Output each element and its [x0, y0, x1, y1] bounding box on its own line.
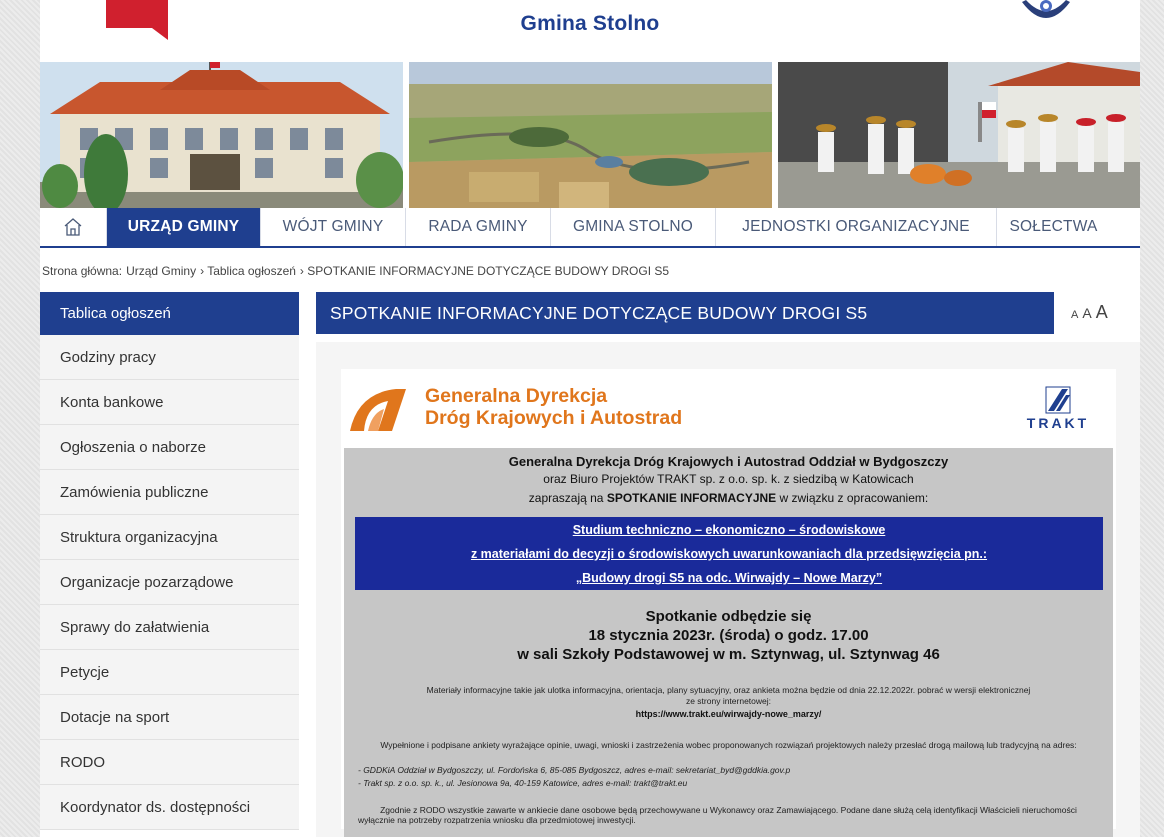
- materials-text-1: Materiały informacyjne takie jak ulotka …: [426, 685, 1031, 695]
- sidebar-item-organizacje-pozarzadowe[interactable]: Organizacje pozarządowe: [40, 560, 299, 605]
- font-size-large-button[interactable]: A: [1096, 302, 1108, 323]
- rodo-text-1: Zgodnie z RODO wszystkie zawarte w ankie…: [380, 805, 1077, 815]
- meeting-place: w sali Szkoły Podstawowej w m. Sztynwag,…: [517, 646, 940, 663]
- notice-intro-2: oraz Biuro Projektów TRAKT sp. z o.o. sp…: [543, 472, 914, 486]
- sidebar-item-godziny-pracy[interactable]: Godziny pracy: [40, 335, 299, 380]
- nav-home[interactable]: [40, 208, 107, 246]
- breadcrumb-current: › SPOTKANIE INFORMACYJNE DOTYCZĄCE BUDOW…: [299, 264, 670, 278]
- meeting-date: 18 stycznia 2023r. (środa) o godz. 17.00: [588, 627, 869, 644]
- sidebar-item-dotacje-na-sport[interactable]: Dotacje na sport: [40, 695, 299, 740]
- banner-photo-aerial: [409, 62, 772, 208]
- sidebar-item-ogloszenia-o-naborze[interactable]: Ogłoszenia o naborze: [40, 425, 299, 470]
- breadcrumb: Strona główna: Urząd Gminy › Tablica ogłos…: [42, 264, 673, 278]
- sidebar-item-konta-bankowe[interactable]: Konta bankowe: [40, 380, 299, 425]
- crest-icon[interactable]: [1020, 0, 1072, 26]
- article-body: Generalna Dyrekcja Dróg Krajowych i Auto…: [316, 342, 1140, 837]
- nav-rada-gminy[interactable]: RADA GMINY: [406, 208, 551, 246]
- study-title-line-3: „Budowy drogi S5 na odc. Wirwajdy – Nowe…: [575, 571, 883, 585]
- trakt-logo: TRAKT: [1018, 381, 1098, 437]
- breadcrumb-home: Strona główna:: [42, 264, 123, 278]
- font-size-medium-button[interactable]: A: [1082, 305, 1091, 321]
- font-size-controls: A A A: [1071, 302, 1140, 323]
- gddkia-name: Generalna Dyrekcja Dróg Krajowych i Auto…: [425, 385, 682, 429]
- gddkia-logo-icon: [350, 389, 406, 431]
- notice-image: Generalna Dyrekcja Dróg Krajowych i Auto…: [341, 369, 1116, 837]
- study-title-line-2: z materiałami do decyzji o środowiskowyc…: [470, 547, 988, 561]
- banner-photo-town-hall: [40, 62, 403, 208]
- gddkia-name-line1: Generalna Dyrekcja: [425, 385, 608, 407]
- sidebar-item-zamowienia-publiczne[interactable]: Zamówienia publiczne: [40, 470, 299, 515]
- sidebar-item-rodo[interactable]: RODO: [40, 740, 299, 785]
- site-title[interactable]: Gmina Stolno: [40, 12, 1140, 36]
- sidebar-item-sprawy-do-zalatwienia[interactable]: Sprawy do załatwienia: [40, 605, 299, 650]
- gddkia-name-line2: Dróg Krajowych i Autostrad: [425, 407, 683, 429]
- banner-photo-festival: [778, 62, 1140, 208]
- breadcrumb-urzad-gminy[interactable]: Urząd Gminy: [126, 264, 196, 278]
- study-title-line-1: Studium techniczno – ekonomiczno – środo…: [572, 523, 886, 537]
- nav-wojt-gminy[interactable]: WÓJT GMINY: [261, 208, 406, 246]
- sidebar-item-petycje[interactable]: Petycje: [40, 650, 299, 695]
- sidebar-item-koordynator[interactable]: Koordynator ds. dostępności: [40, 785, 299, 830]
- notice-intro-3: zapraszają na SPOTKANIE INFORMACYJNE w z…: [528, 491, 929, 505]
- nav-jednostki-organizacyjne[interactable]: JEDNOSTKI ORGANIZACYJNE: [716, 208, 997, 246]
- address-trakt: - Trakt sp. z o.o. sp. k., ul. Jesionowa…: [358, 778, 688, 788]
- breadcrumb-tablica[interactable]: › Tablica ogłoszeń: [200, 264, 296, 278]
- materials-text-2: ze strony internetowej:: [685, 696, 772, 706]
- sidebar-item-tablica-ogloszen[interactable]: Tablica ogłoszeń: [40, 292, 299, 335]
- materials-url: https://www.trakt.eu/wirwajdy-nowe_marzy…: [635, 709, 822, 719]
- sidebar-item-struktura-organizacyjna[interactable]: Struktura organizacyjna: [40, 515, 299, 560]
- site-header: Gmina Stolno: [40, 0, 1140, 62]
- trakt-logo-text: TRAKT: [1026, 415, 1090, 431]
- nav-gmina-stolno[interactable]: GMINA STOLNO: [551, 208, 716, 246]
- study-title-box: Studium techniczno – ekonomiczno – środo…: [355, 517, 1103, 590]
- page-title: SPOTKANIE INFORMACYJNE DOTYCZĄCE BUDOWY …: [316, 292, 1054, 334]
- notice-panel: Generalna Dyrekcja Dróg Krajowych i Auto…: [344, 448, 1113, 837]
- font-size-small-button[interactable]: A: [1071, 309, 1078, 321]
- send-instructions: Wypełnione i podpisane ankiety wyrażając…: [380, 740, 1077, 750]
- main-nav: URZĄD GMINY WÓJT GMINY RADA GMINY GMINA …: [40, 208, 1140, 248]
- nav-urzad-gminy[interactable]: URZĄD GMINY: [107, 208, 261, 246]
- address-gddkia: - GDDKiA Oddział w Bydgoszczy, ul. Fordo…: [358, 765, 791, 775]
- meeting-line-1: Spotkanie odbędzie się: [645, 608, 812, 625]
- home-icon: [64, 218, 82, 236]
- page: Gmina Stolno URZĄD GMINY WÓJT GMINY RADA…: [40, 0, 1140, 837]
- nav-solectwa[interactable]: SOŁECTWA: [997, 208, 1110, 246]
- sidebar-menu: Tablica ogłoszeń Godziny pracy Konta ban…: [40, 292, 299, 830]
- rodo-text-2: wyłącznie na potrzeby rozpatrzenia wnios…: [358, 815, 636, 825]
- header-banner: [40, 62, 1140, 208]
- notice-intro-1: Generalna Dyrekcja Dróg Krajowych i Auto…: [508, 454, 949, 469]
